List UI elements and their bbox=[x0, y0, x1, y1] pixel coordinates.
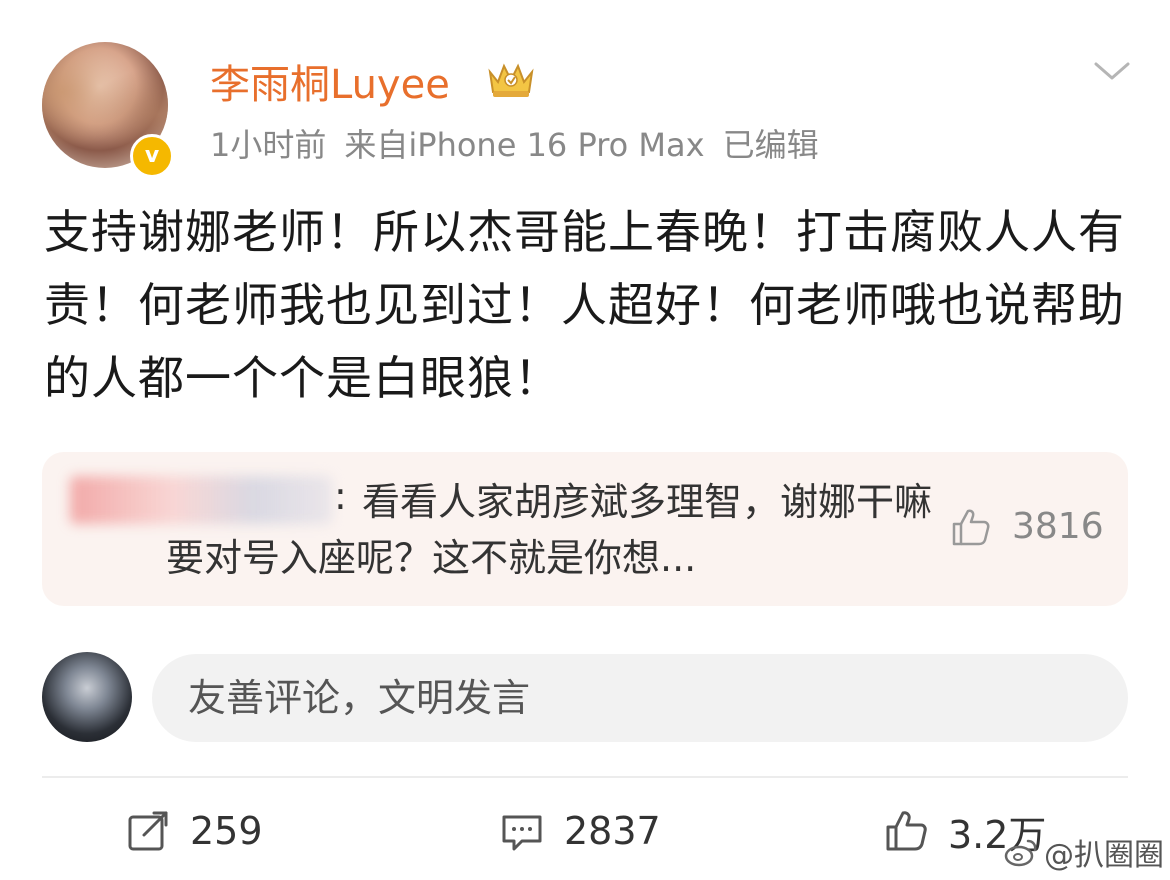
author-name[interactable]: 李雨桐Luyee bbox=[210, 52, 450, 110]
comment-count: 2837 bbox=[564, 809, 661, 853]
current-user-avatar[interactable] bbox=[42, 652, 132, 742]
repost-icon bbox=[128, 811, 168, 851]
watermark-text: @扒圈圈 bbox=[1044, 838, 1164, 873]
hot-comment-text: 看看人家胡彦斌多理智，谢娜干嘛要对号入座呢？这不就是你想... bbox=[166, 480, 933, 580]
thumbs-up-icon[interactable] bbox=[950, 506, 992, 548]
repost-count: 259 bbox=[190, 809, 263, 853]
watermark: @扒圈圈 bbox=[1004, 830, 1164, 874]
chevron-down-icon[interactable] bbox=[1092, 56, 1132, 86]
post-time: 1小时前 bbox=[210, 126, 327, 164]
repost-button[interactable]: 259 bbox=[126, 806, 263, 856]
crown-badge-icon bbox=[488, 63, 534, 97]
post-text: 支持谢娜老师！所以杰哥能上春晚！打击腐败人人有责！何老师我也见到过！人超好！何老… bbox=[44, 205, 1125, 405]
comment-button[interactable]: 2837 bbox=[500, 806, 661, 856]
comment-icon bbox=[502, 815, 542, 851]
divider bbox=[42, 776, 1128, 778]
post-meta: 1小时前 来自iPhone 16 Pro Max 已编辑 bbox=[210, 120, 837, 166]
comment-input[interactable] bbox=[152, 654, 1128, 742]
edited-label: 已编辑 bbox=[722, 126, 819, 164]
hot-comment-like-count: 3816 bbox=[1012, 506, 1104, 547]
post-source: 来自iPhone 16 Pro Max bbox=[344, 126, 705, 164]
weibo-logo-icon bbox=[1004, 839, 1037, 867]
verified-badge-icon: v bbox=[130, 134, 174, 178]
thumbs-up-icon bbox=[886, 811, 927, 851]
